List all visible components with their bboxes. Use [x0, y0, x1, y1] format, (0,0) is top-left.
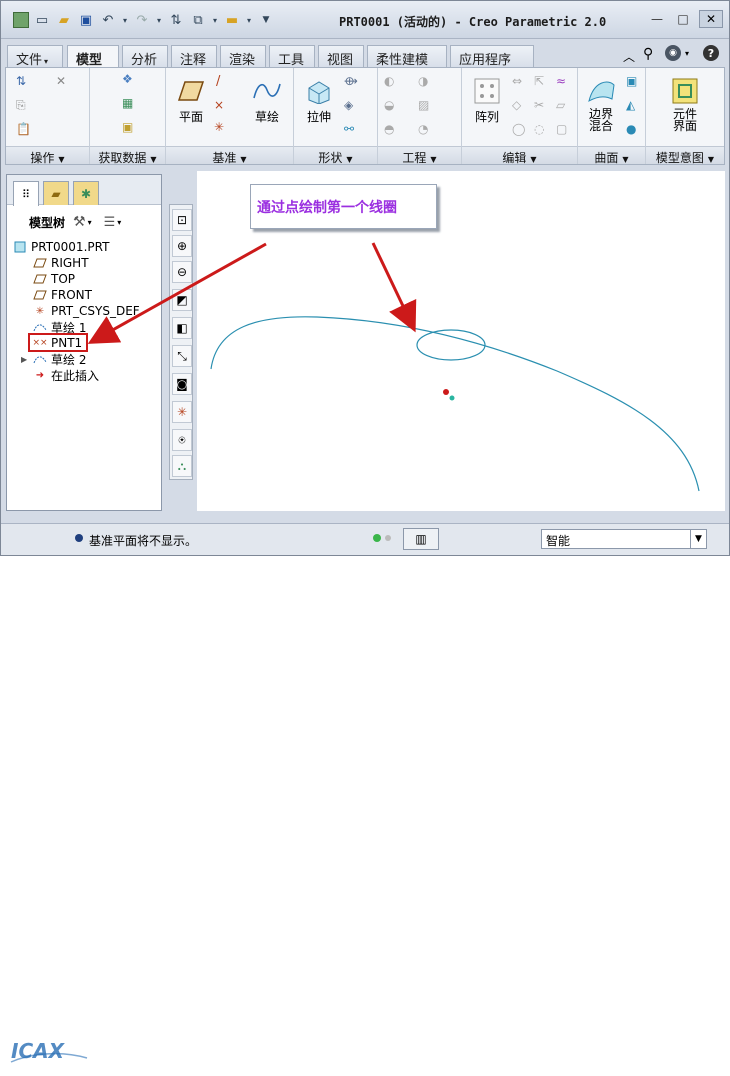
status-message-icon — [75, 534, 83, 542]
selection-filter-value: 智能 — [546, 534, 571, 548]
annotation-arrows — [87, 242, 417, 344]
arrow-to-coil — [371, 242, 417, 333]
find-icon[interactable]: ▥ — [403, 528, 439, 550]
status-bar: ICAX 基准平面将不显示。 ▥ 智能 ▼ — [1, 523, 729, 1063]
watermark-logo: ICAX — [9, 1036, 89, 1076]
regeneration-status-icon — [373, 534, 381, 542]
status-indicator-icon — [385, 535, 391, 541]
chevron-down-icon[interactable]: ▼ — [690, 530, 706, 548]
status-message: 基准平面将不显示。 — [89, 534, 198, 548]
arrow-to-pnt1 — [87, 242, 267, 344]
selection-filter[interactable]: 智能 ▼ — [541, 529, 707, 549]
app-window: ▭ ▰ ▣ ↶ ▾ ↷ ▾ ⇅ ⧉ ▾ ▬ ▾ ▼ PRT0001 (活动的) … — [0, 0, 730, 1063]
